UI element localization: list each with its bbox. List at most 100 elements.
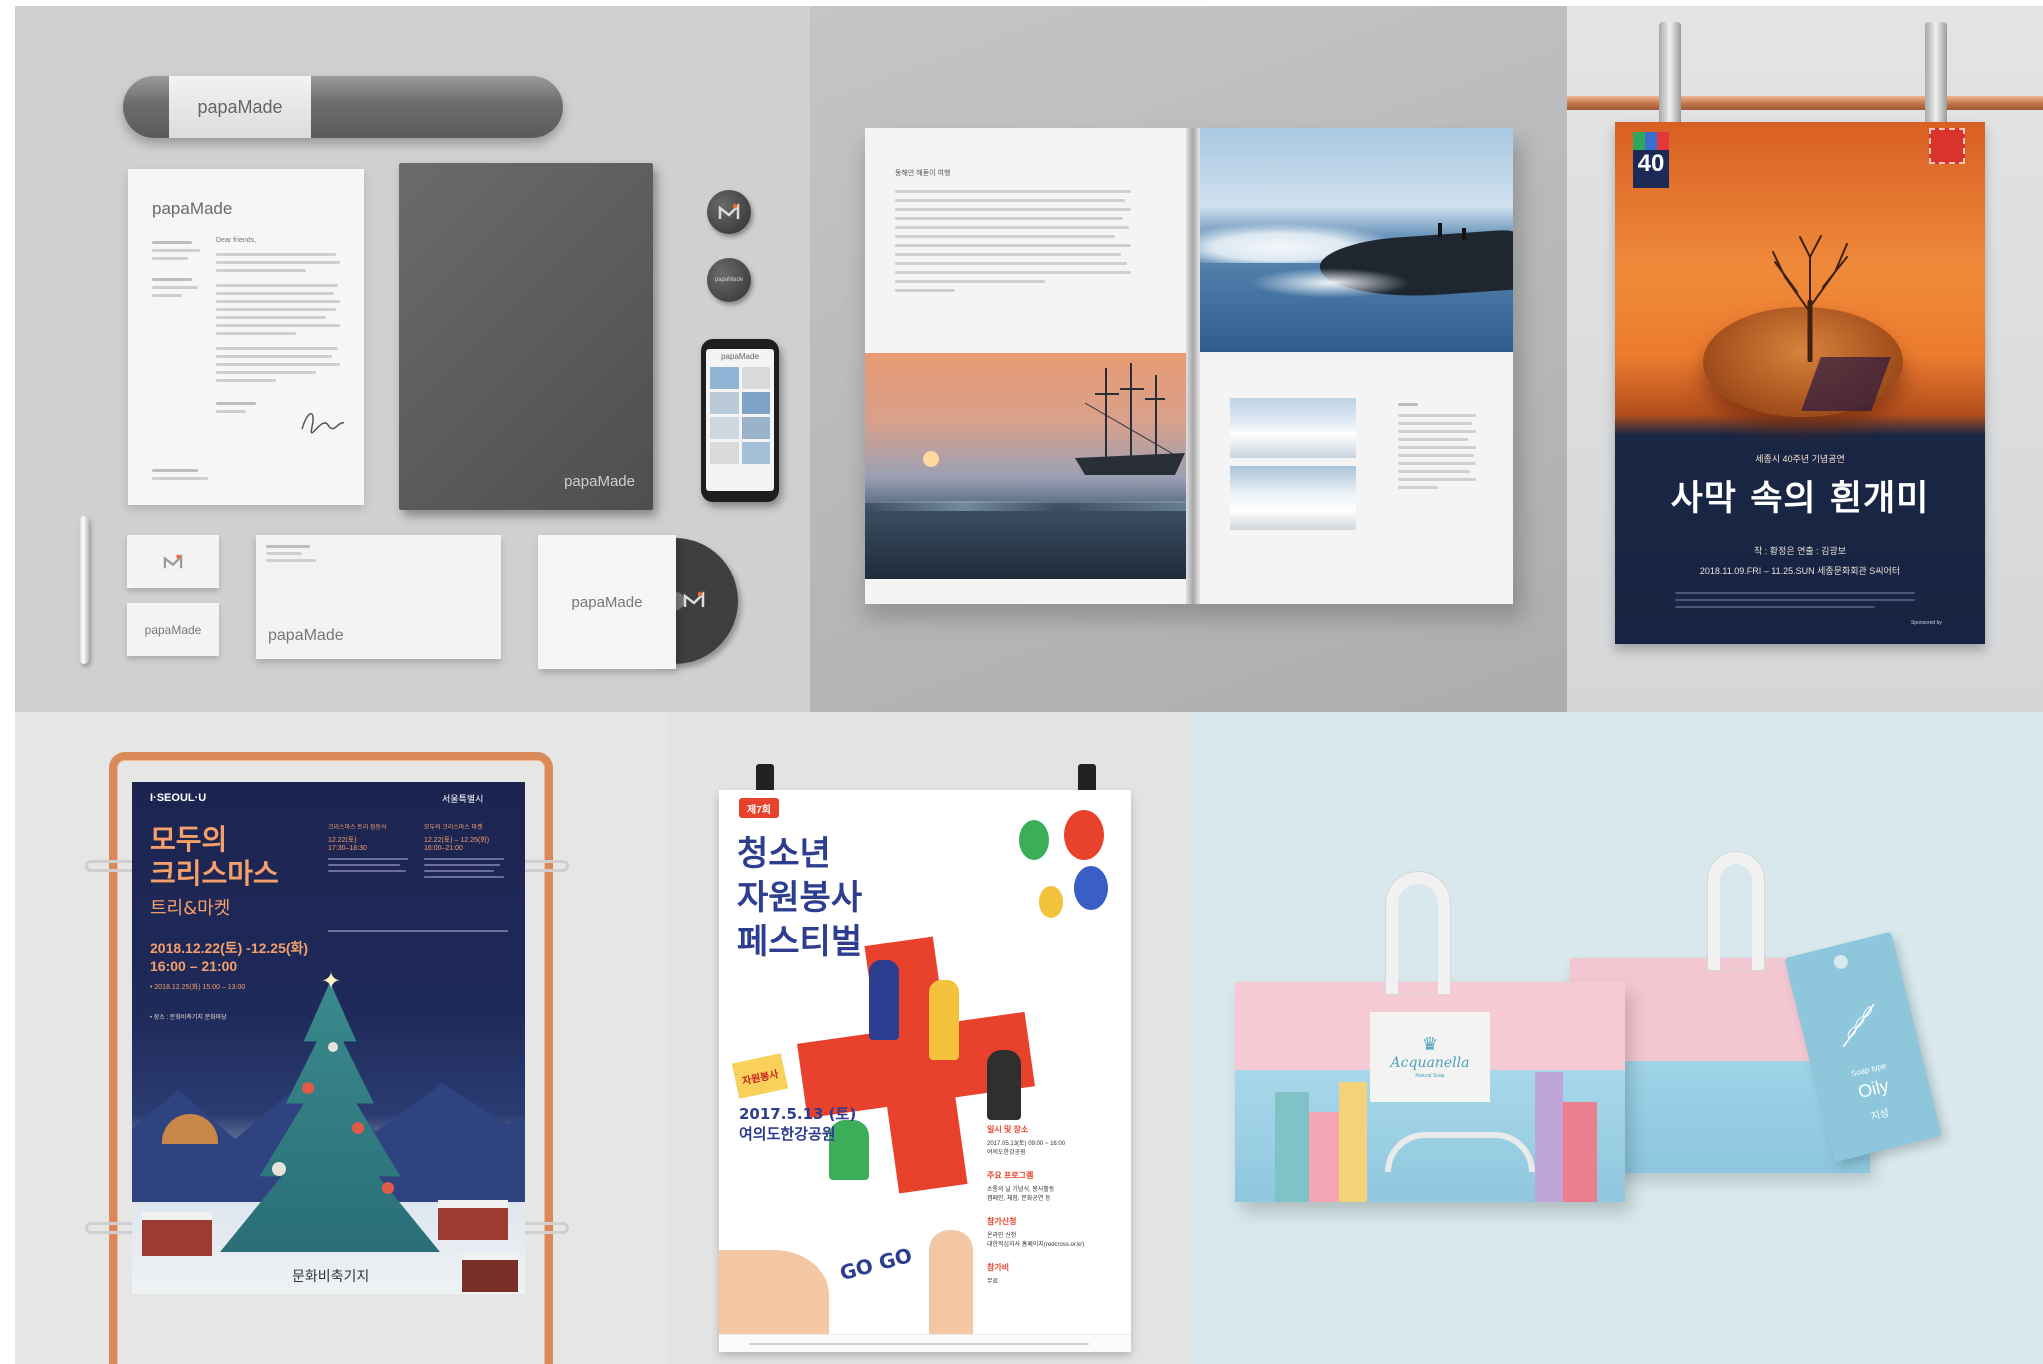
snow-photo-2 xyxy=(1230,466,1356,530)
stationery-mockup-panel: papaMade papaMade Dear friends, papaMade… xyxy=(15,6,810,712)
christmas-subtitle: 트리&마켓 xyxy=(150,898,231,919)
speech-sign: 자원봉사 xyxy=(731,1053,789,1099)
program2-title: 모두의 크리스마스 마켓 xyxy=(424,825,483,831)
stamp-icon xyxy=(1929,128,1965,164)
volunteer-venue: 여의도한강공원 xyxy=(739,1125,836,1143)
bridge-illustration xyxy=(1385,1132,1535,1172)
rope-handle-back xyxy=(1708,852,1764,970)
market-stall xyxy=(142,1212,212,1256)
business-card-logo: papaMade xyxy=(144,622,202,637)
section2-title: 주요 프로그램 xyxy=(987,1171,1034,1180)
magazine-left-page: 동해안 해돋이 여행 xyxy=(865,128,1192,604)
frame-ring-left-bottom xyxy=(85,1222,139,1234)
crown-icon: ♛ xyxy=(1421,1034,1439,1055)
pin-badge-text: papaMade xyxy=(714,277,744,283)
building xyxy=(1309,1112,1339,1202)
section1-title: 일시 및 장소 xyxy=(987,1125,1029,1134)
edition-badge: 제7회 xyxy=(739,798,779,818)
cd-sleeve-logo: papaMade xyxy=(571,593,643,611)
binder-clip-left xyxy=(756,764,774,792)
article-body-text xyxy=(895,190,1135,292)
business-card-back xyxy=(127,535,219,588)
volunteer-poster: 제7회 청소년 자원봉사 페스티벌 자원봉사 2017.5.13 (토) 여의도… xyxy=(719,790,1131,1352)
section2-text2: 캠페인, 체험, 문화공연 등 xyxy=(987,1196,1051,1202)
balloon-red xyxy=(1064,810,1104,860)
article-title: 동해안 해돋이 여행 xyxy=(895,170,951,177)
anniversary-badge: 40 xyxy=(1633,132,1669,188)
program-block-1: 크리스마스 트리 점등식 12.22(토) 17:30–18:30 xyxy=(328,822,418,872)
brand-subtitle: Natural Soap xyxy=(1415,1073,1445,1079)
ornament xyxy=(302,1082,314,1094)
snow-photo-1 xyxy=(1230,398,1356,458)
signature-mark xyxy=(301,413,345,434)
pen xyxy=(79,516,89,664)
letter-footer-lines xyxy=(152,469,208,480)
program1-date: 12.22(토) xyxy=(328,837,357,844)
program2-time: 16:00–21:00 xyxy=(424,845,463,852)
pointing-hand xyxy=(719,1250,829,1340)
christmas-poster-panel: I·SEOUL·U 서울특별시 모두의 크리스마스 트리&마켓 2018.12.… xyxy=(15,712,666,1364)
program1-time: 17:30–18:30 xyxy=(328,845,367,852)
volunteer-date: 2017.5.13 (토) xyxy=(739,1105,857,1123)
section3-title: 참가신청 xyxy=(987,1217,1017,1226)
poster-pretitle: 세종시 40주년 기념공연 xyxy=(1755,454,1845,464)
person-silhouette xyxy=(1438,223,1442,237)
magazine-spine xyxy=(1186,128,1200,604)
tube-logo: papaMade xyxy=(197,96,283,117)
program-block-2: 모두의 크리스마스 마켓 12.22(토) – 12.25(화) 16:00–2… xyxy=(424,822,514,878)
tube-label: papaMade xyxy=(169,76,311,138)
letterhead-address-block xyxy=(152,241,202,297)
binder-clip-right xyxy=(1925,22,1947,132)
christmas-date-note: • 2018.12.25(화) 15:00 – 13:00 xyxy=(150,984,246,991)
ornament xyxy=(328,1042,338,1052)
olive-branch-icon xyxy=(1842,1003,1875,1048)
brand-label: ♛ Acquanella Natural Soap xyxy=(1370,1012,1490,1102)
christmas-title-line2: 크리스마스 xyxy=(150,857,279,890)
rope-handle-front xyxy=(1386,872,1450,994)
go-go-text: GO GO xyxy=(837,1242,915,1286)
ornament xyxy=(382,1182,394,1194)
phone-screen-logo: papaMade xyxy=(721,352,759,361)
program1-title: 크리스마스 트리 점등식 xyxy=(328,825,387,831)
section4-title: 참가비 xyxy=(987,1263,1010,1272)
volunteer-poster-panel: 제7회 청소년 자원봉사 페스티벌 자원봉사 2017.5.13 (토) 여의도… xyxy=(666,712,1190,1364)
poster-title: 사막 속의 흰개미 xyxy=(1670,479,1930,519)
market-stall xyxy=(438,1200,508,1240)
pin-badge-logo: papaMade xyxy=(707,258,751,302)
speech-sign-text: 자원봉사 xyxy=(741,1068,780,1088)
info-column: 일시 및 장소 2017.05.13(토) 09:00 ~ 16:00 여의도한… xyxy=(987,1124,1127,1285)
section3-text: 온라인 신청 xyxy=(987,1233,1017,1239)
poster-credits: 작 : 황정은 연출 : 김광보 xyxy=(1753,546,1847,556)
section1-text: 2017.05.13(토) 09:00 ~ 16:00 xyxy=(987,1141,1066,1147)
building xyxy=(1563,1102,1597,1202)
m-logo-icon xyxy=(683,590,705,607)
letter-body-text xyxy=(216,253,342,413)
bare-tree xyxy=(1772,235,1848,362)
sponsor-label: Sponsored by xyxy=(1911,620,1942,626)
building xyxy=(1339,1082,1367,1202)
magazine-right-page xyxy=(1200,128,1513,604)
brand-name: Acquanella xyxy=(1390,1055,1470,1071)
copper-rail xyxy=(1567,96,2043,110)
phone-screen: papaMade xyxy=(706,349,774,491)
balloon-blue xyxy=(1074,866,1108,910)
frame-ring-left xyxy=(85,860,139,872)
cheering-hand xyxy=(929,1230,973,1340)
poster-dates: 2018.11.09.FRI – 11.25.SUN 세종문화회관 S씨어터 xyxy=(1699,566,1901,576)
smartphone-mockup: papaMade xyxy=(701,339,779,502)
building xyxy=(1535,1072,1563,1202)
m-logo-icon xyxy=(163,553,183,568)
volunteer-figure xyxy=(869,960,899,1040)
breakwater-sea-photo xyxy=(1200,128,1513,352)
volunteer-title-line2: 자원봉사 xyxy=(737,878,863,918)
city-logo: 서울특별시 xyxy=(442,794,484,804)
envelope: papaMade xyxy=(256,535,501,659)
m-logo-icon xyxy=(718,202,740,219)
sponsor-bar xyxy=(719,1334,1131,1352)
ornament xyxy=(352,1122,364,1134)
sun xyxy=(923,451,939,467)
sailing-ship xyxy=(1075,363,1185,475)
poster-fine-print xyxy=(1675,592,1925,608)
balloon-yellow xyxy=(1039,886,1063,918)
person-silhouette xyxy=(1462,228,1466,240)
